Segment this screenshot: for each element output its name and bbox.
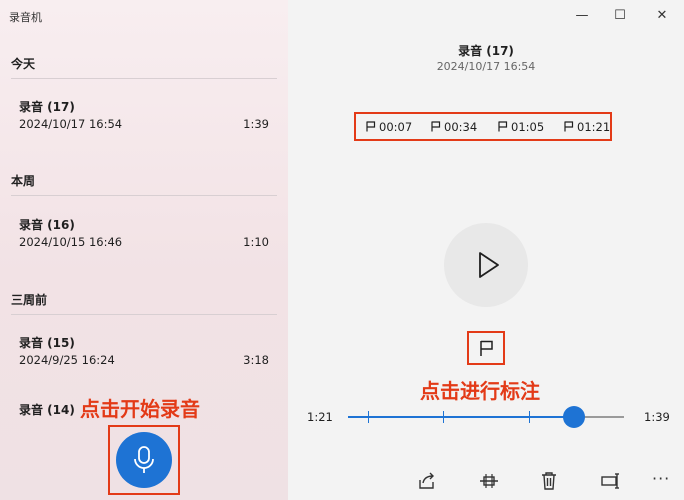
flag-icon xyxy=(431,121,441,132)
section-title-three-weeks-ago: 三周前 xyxy=(11,293,48,307)
recording-name: 录音 (17) xyxy=(19,100,75,114)
trim-icon[interactable] xyxy=(478,470,500,492)
minimize-button[interactable]: — xyxy=(570,6,594,26)
recording-duration: 1:10 xyxy=(243,235,269,249)
seek-bar-marker-tick xyxy=(367,411,369,423)
delete-icon[interactable] xyxy=(538,470,560,492)
current-time: 1:21 xyxy=(307,410,333,424)
flag-icon xyxy=(366,121,376,132)
share-icon[interactable] xyxy=(416,470,438,492)
add-marker-highlight xyxy=(467,331,505,365)
divider xyxy=(11,314,277,315)
recording-duration: 3:18 xyxy=(243,353,269,367)
marker-item[interactable]: 01:05 xyxy=(498,120,544,134)
recording-item[interactable]: 录音 (16) 2024/10/15 16:46 1:10 xyxy=(11,204,277,262)
marker-time: 00:34 xyxy=(444,120,478,134)
record-button[interactable] xyxy=(116,432,172,488)
recording-date: 2024/9/25 16:24 xyxy=(19,353,115,367)
marker-item[interactable]: 00:34 xyxy=(431,120,477,134)
marker-item[interactable]: 01:21 xyxy=(564,120,610,134)
play-icon xyxy=(479,252,499,278)
recording-item[interactable]: 录音 (15) 2024/9/25 16:24 3:18 xyxy=(11,322,277,380)
marker-time: 01:05 xyxy=(511,120,545,134)
rename-icon[interactable] xyxy=(600,470,622,492)
recording-name: 录音 (15) xyxy=(19,336,75,350)
marker-time: 00:07 xyxy=(379,120,413,134)
recording-name: 录音 (14) xyxy=(19,403,75,417)
seek-bar-thumb[interactable] xyxy=(562,406,585,428)
recording-date: 2024/10/17 16:54 xyxy=(436,60,536,73)
flag-icon xyxy=(498,121,508,132)
divider xyxy=(11,195,277,196)
main-panel: — ☐ ✕ 录音 (17) 2024/10/17 16:54 00:07 00:… xyxy=(288,0,684,500)
add-marker-button[interactable] xyxy=(479,340,495,357)
total-time: 1:39 xyxy=(644,410,670,424)
section-title-this-week: 本周 xyxy=(11,174,36,188)
recording-name: 录音 (16) xyxy=(19,218,75,232)
record-button-highlight xyxy=(108,425,180,495)
seek-bar-marker-tick xyxy=(529,411,531,423)
marker-time: 01:21 xyxy=(577,120,611,134)
seek-bar-marker-tick xyxy=(442,411,444,423)
recording-date: 2024/10/17 16:54 xyxy=(19,117,123,131)
seek-bar-progress xyxy=(348,416,574,418)
more-options-button[interactable]: ··· xyxy=(652,469,670,488)
recording-date: 2024/10/15 16:46 xyxy=(19,235,123,249)
seek-bar[interactable] xyxy=(348,406,624,428)
app-title: 录音机 xyxy=(9,11,42,24)
record-annotation: 点击开始录音 xyxy=(80,397,200,421)
microphone-icon xyxy=(134,446,154,473)
marker-annotation: 点击进行标注 xyxy=(420,379,540,403)
recording-duration: 1:39 xyxy=(243,117,269,131)
flag-icon xyxy=(564,121,574,132)
section-title-today: 今天 xyxy=(11,57,36,71)
marker-item[interactable]: 00:07 xyxy=(366,120,412,134)
recording-item[interactable]: 录音 (17) 2024/10/17 16:54 1:39 xyxy=(11,86,277,144)
recording-title: 录音 (17) xyxy=(458,44,514,58)
close-button[interactable]: ✕ xyxy=(650,6,674,26)
divider xyxy=(11,78,277,79)
play-button[interactable] xyxy=(444,223,528,307)
sidebar: 录音机 今天 录音 (17) 2024/10/17 16:54 1:39 本周 … xyxy=(0,0,289,500)
maximize-button[interactable]: ☐ xyxy=(608,6,632,26)
markers-list: 00:07 00:34 01:05 01:21 xyxy=(354,112,612,141)
